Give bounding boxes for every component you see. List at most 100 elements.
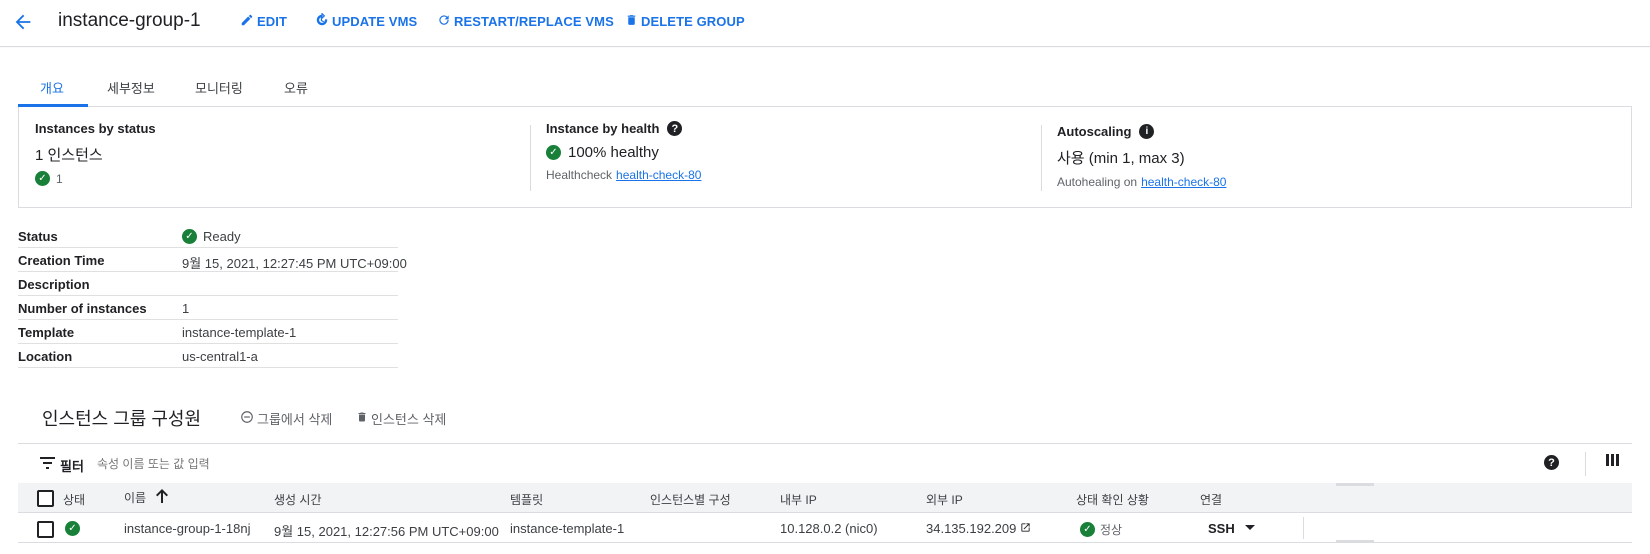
minus-circle-icon (240, 410, 254, 427)
autoscaling-title: Autoscaling (1057, 124, 1132, 139)
ssh-dropdown-icon[interactable] (1245, 522, 1255, 532)
tab-overview[interactable]: 개요 (40, 78, 64, 97)
autohealing-row: Autohealing on health-check-80 (1057, 175, 1226, 189)
health-card-title-row: Instance by health ? (546, 121, 701, 136)
top-bar: instance-group-1 EDIT UPDATE VMS RESTART… (0, 0, 1650, 47)
row-accent (1336, 540, 1374, 543)
edit-button[interactable]: EDIT (240, 13, 287, 30)
health-card-title: Instance by health (546, 121, 660, 136)
details-table: Status ✓ Ready Creation Time 9월 15, 2021… (18, 224, 407, 368)
column-header-health-state[interactable]: 상태 확인 상황 (1076, 491, 1149, 508)
help-icon[interactable]: ? (667, 121, 683, 136)
row-health: ✓ 정상 (1080, 521, 1122, 538)
column-header-connect[interactable]: 연결 (1200, 491, 1222, 508)
row-checkbox[interactable] (37, 521, 54, 538)
health-card: Instance by health ? ✓ 100% healthy Heal… (546, 107, 701, 221)
arrow-up-icon (156, 489, 169, 506)
refresh-icon (437, 13, 451, 30)
column-header-internal-ip[interactable]: 내부 IP (780, 491, 817, 508)
row-internal-ip: 10.128.0.2 (nic0) (780, 521, 878, 536)
detail-key: Number of instances (18, 301, 147, 316)
ssh-button[interactable]: SSH (1208, 521, 1235, 536)
check-circle-icon: ✓ (546, 145, 561, 160)
filter-icon[interactable] (40, 456, 55, 473)
detail-row-status: Status ✓ Ready (18, 224, 398, 248)
status-card-title: Instances by status (35, 121, 156, 136)
detail-row-number-of-instances: Number of instances 1 (18, 296, 398, 320)
column-header-per-instance-config[interactable]: 인스턴스별 구성 (650, 491, 731, 508)
back-arrow-icon[interactable] (12, 11, 36, 35)
filter-input[interactable] (95, 456, 399, 472)
detail-row-location: Location us-central1-a (18, 344, 398, 368)
restart-replace-label: RESTART/REPLACE VMS (454, 14, 614, 29)
table-row: ✓ instance-group-1-18nj 9월 15, 2021, 12:… (18, 513, 1632, 543)
status-ok-row: ✓ 1 (35, 171, 156, 186)
column-header-created[interactable]: 생성 시간 (274, 491, 322, 508)
detail-key: Description (18, 277, 90, 292)
status-ok-count: 1 (56, 171, 63, 186)
remove-from-group-button[interactable]: 그룹에서 삭제 (240, 409, 332, 428)
detail-row-description: Description (18, 272, 398, 296)
row-health-label: 정상 (1100, 523, 1123, 537)
row-created: 9월 15, 2021, 12:27:56 PM UTC+09:00 (274, 524, 499, 539)
detail-value: 9월 15, 2021, 12:27:45 PM UTC+09:00 (182, 256, 407, 271)
tab-monitoring[interactable]: 모니터링 (195, 78, 243, 97)
tab-errors[interactable]: 오류 (284, 78, 308, 97)
detail-key: Template (18, 325, 75, 340)
update-vms-label: UPDATE VMS (332, 14, 418, 29)
column-header-external-ip[interactable]: 외부 IP (926, 491, 963, 508)
filter-label: 필터 (60, 459, 84, 474)
select-all-checkbox[interactable] (37, 490, 54, 510)
detail-value: us-central1-a (182, 349, 258, 364)
health-value-row: ✓ 100% healthy (546, 144, 701, 161)
detail-value: instance-template-1 (182, 325, 297, 340)
autohealing-link[interactable]: health-check-80 (1141, 175, 1226, 189)
open-external-icon (1020, 521, 1031, 536)
pencil-icon (240, 13, 254, 30)
detail-row-creation-time: Creation Time 9월 15, 2021, 12:27:45 PM U… (18, 248, 407, 272)
delete-group-button[interactable]: DELETE GROUP (625, 13, 745, 30)
detail-row-template: Template instance-template-1 (18, 320, 398, 344)
column-header-status[interactable]: 상태 (63, 491, 85, 508)
column-display-icon[interactable] (1606, 453, 1620, 472)
check-circle-icon: ✓ (1080, 522, 1095, 537)
card-divider (1041, 125, 1042, 191)
health-value: 100% healthy (568, 144, 659, 161)
check-circle-icon: ✓ (65, 521, 80, 536)
tab-details[interactable]: 세부정보 (107, 78, 155, 97)
row-external-ip[interactable]: 34.135.192.209 (926, 521, 1031, 536)
card-divider (530, 125, 531, 191)
page-title: instance-group-1 (58, 10, 201, 31)
row-status: ✓ (65, 521, 80, 536)
instance-count: 1 인스턴스 (35, 147, 103, 164)
autoscaling-card: Autoscaling i 사용 (min 1, max 3) Autoheal… (1057, 107, 1226, 224)
detail-key: Status (18, 229, 58, 244)
members-section-title: 인스턴스 그룹 구성원 (42, 409, 202, 429)
help-icon[interactable]: ? (1544, 455, 1559, 470)
info-icon[interactable]: i (1139, 124, 1155, 139)
column-header-name-label: 이름 (124, 491, 147, 505)
detail-key: Creation Time (18, 253, 105, 268)
members-table-header: 상태 이름 생성 시간 템플릿 인스턴스별 구성 내부 IP 외부 IP 상태 … (18, 483, 1632, 513)
autoscaling-title-row: Autoscaling i (1057, 124, 1226, 139)
detail-value: ✓ Ready (182, 229, 241, 244)
detail-value: 1 (182, 301, 190, 316)
trash-icon (625, 13, 638, 30)
edit-label: EDIT (257, 14, 288, 29)
update-vms-button[interactable]: UPDATE VMS (315, 12, 418, 30)
healthcheck-link[interactable]: health-check-80 (616, 168, 701, 182)
row-name[interactable]: instance-group-1-18nj (124, 521, 250, 536)
autohealing-label: Autohealing on (1057, 175, 1138, 189)
delete-instance-button[interactable]: 인스턴스 삭제 (356, 409, 446, 428)
delete-instance-label: 인스턴스 삭제 (371, 412, 447, 427)
header-accent (1336, 483, 1374, 486)
summary-panel: Instances by status 1 인스턴스 ✓ 1 Instance … (18, 107, 1632, 208)
update-icon (315, 12, 329, 30)
row-template[interactable]: instance-template-1 (510, 521, 624, 536)
remove-from-group-label: 그룹에서 삭제 (257, 412, 333, 427)
restart-replace-button[interactable]: RESTART/REPLACE VMS (437, 13, 614, 30)
delete-group-label: DELETE GROUP (641, 14, 745, 29)
column-header-template[interactable]: 템플릿 (510, 491, 543, 508)
trash-icon (356, 410, 368, 427)
column-header-name[interactable]: 이름 (124, 489, 169, 506)
